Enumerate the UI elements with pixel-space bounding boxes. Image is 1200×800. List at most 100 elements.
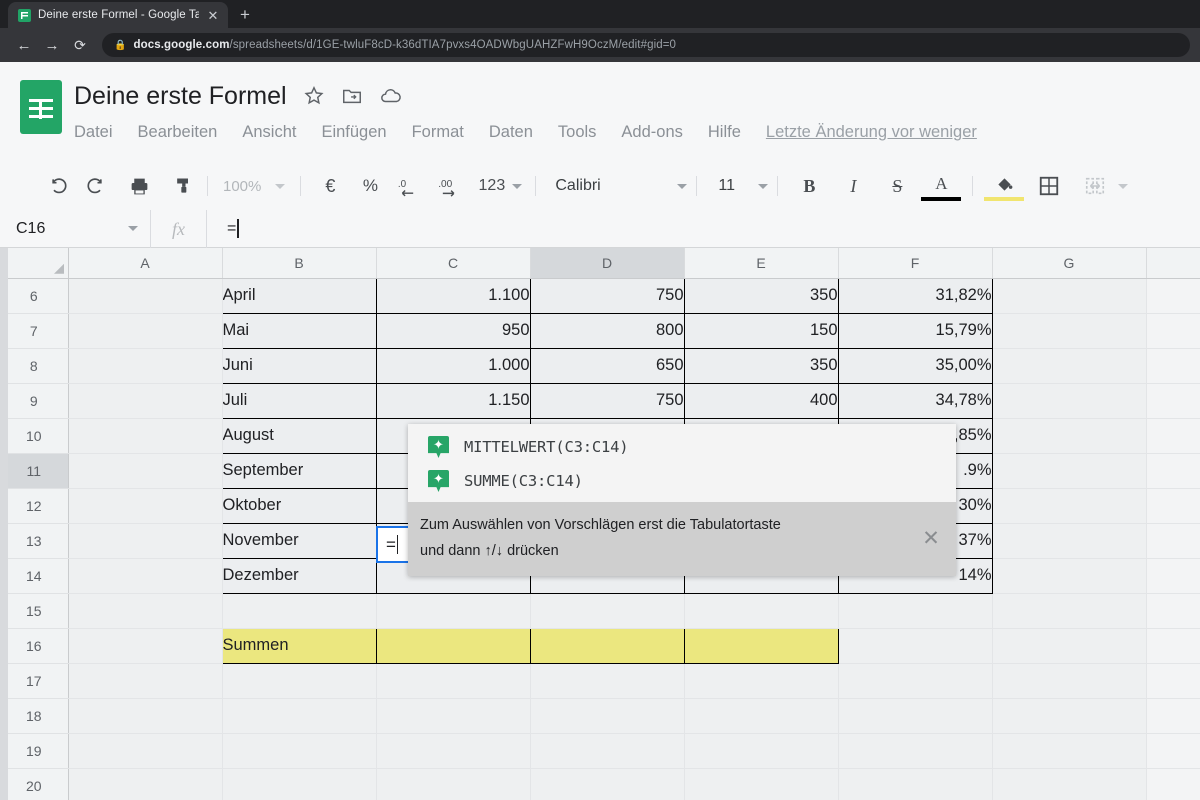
menu-item-tools[interactable]: Tools — [558, 123, 597, 142]
cell-A14[interactable] — [68, 558, 223, 594]
document-title[interactable]: Deine erste Formel — [74, 82, 287, 111]
menu-item-ansicht[interactable]: Ansicht — [242, 123, 296, 142]
row-header-18[interactable]: 18 — [0, 698, 69, 734]
close-icon[interactable]: ✕ — [206, 9, 220, 22]
menu-item-hilfe[interactable]: Hilfe — [708, 123, 741, 142]
column-header-c[interactable]: C — [376, 248, 531, 279]
cell-C19[interactable] — [376, 733, 531, 769]
more-formats-button[interactable]: 123 — [474, 171, 526, 201]
cell-E19[interactable] — [684, 733, 839, 769]
cell-E17[interactable] — [684, 663, 839, 699]
cell-F16[interactable] — [838, 628, 993, 664]
cell-G19[interactable] — [992, 733, 1147, 769]
formula-autocomplete-popup[interactable]: MITTELWERT(C3:C14) SUMME(C3:C14) Zum Aus… — [408, 424, 956, 576]
column-header-e[interactable]: E — [684, 248, 839, 279]
row-header-20[interactable]: 20 — [0, 768, 69, 800]
cell-G16[interactable] — [992, 628, 1147, 664]
cell-G10[interactable] — [992, 418, 1147, 454]
row-header-9[interactable]: 9 — [0, 383, 69, 419]
cell-E15[interactable] — [684, 593, 839, 629]
cell-C9[interactable]: 1.150 — [375, 382, 531, 419]
font-size-select[interactable]: 11 — [706, 177, 758, 195]
cell-D6[interactable]: 750 — [529, 277, 685, 314]
redo-icon[interactable] — [80, 171, 110, 201]
row-header-13[interactable]: 13 — [0, 523, 69, 559]
cell-G13[interactable] — [992, 523, 1147, 559]
chevron-down-icon[interactable] — [758, 183, 769, 189]
chevron-down-icon[interactable] — [677, 183, 688, 189]
strikethrough-button[interactable]: S — [875, 171, 919, 201]
new-tab-button[interactable]: + — [240, 6, 250, 23]
cell-B18[interactable] — [222, 698, 377, 734]
row-header-6[interactable]: 6 — [0, 278, 69, 314]
spreadsheet-grid[interactable]: A B C D E F G 6 April 1.100 750 350 31,82% 7 Ma… — [0, 248, 1200, 800]
cell-F19[interactable] — [838, 733, 993, 769]
cell-E9[interactable]: 400 — [683, 382, 839, 419]
cell-A7[interactable] — [68, 313, 223, 349]
cell-A16[interactable] — [68, 628, 223, 664]
cell-B14[interactable]: Dezember — [221, 557, 377, 594]
cell-B8[interactable]: Juni — [221, 347, 377, 384]
forward-icon[interactable]: → — [38, 31, 66, 59]
italic-button[interactable]: I — [831, 171, 875, 201]
cloud-saved-icon[interactable] — [379, 85, 403, 107]
cell-B10[interactable]: August — [221, 417, 377, 454]
bold-button[interactable]: B — [787, 171, 831, 201]
cell-C17[interactable] — [376, 663, 531, 699]
close-icon[interactable]: ✕ — [914, 526, 948, 551]
column-header-d[interactable]: D — [530, 248, 685, 279]
cell-D9[interactable]: 750 — [529, 382, 685, 419]
cell-C16[interactable] — [375, 627, 531, 664]
menu-item-bearbeiten[interactable]: Bearbeiten — [138, 123, 218, 142]
cell-C20[interactable] — [376, 768, 531, 800]
cell-E7[interactable]: 150 — [683, 312, 839, 349]
cell-A20[interactable] — [68, 768, 223, 800]
cell-A15[interactable] — [68, 593, 223, 629]
last-edit-label[interactable]: Letzte Änderung vor weniger — [766, 123, 977, 142]
cell-C7[interactable]: 950 — [375, 312, 531, 349]
cell-E18[interactable] — [684, 698, 839, 734]
borders-icon[interactable] — [1026, 171, 1072, 201]
cell-D17[interactable] — [530, 663, 685, 699]
cell-A9[interactable] — [68, 383, 223, 419]
suggestion-item-mittelwert[interactable]: MITTELWERT(C3:C14) — [408, 430, 956, 464]
cell-G15[interactable] — [992, 593, 1147, 629]
paint-format-icon[interactable] — [168, 171, 198, 201]
row-header-19[interactable]: 19 — [0, 733, 69, 769]
cell-D19[interactable] — [530, 733, 685, 769]
fx-icon[interactable]: fx — [150, 209, 206, 248]
cell-D15[interactable] — [530, 593, 685, 629]
cell-F6[interactable]: 31,82% — [837, 277, 993, 314]
row-header-14[interactable]: 14 — [0, 558, 69, 594]
text-color-button[interactable]: A — [919, 171, 963, 201]
undo-icon[interactable] — [44, 171, 74, 201]
menu-item-einfuegen[interactable]: Einfügen — [321, 123, 386, 142]
row-header-8[interactable]: 8 — [0, 348, 69, 384]
cell-A8[interactable] — [68, 348, 223, 384]
cell-B6[interactable]: April — [221, 277, 377, 314]
column-header-f[interactable]: F — [838, 248, 993, 279]
cell-C8[interactable]: 1.000 — [375, 347, 531, 384]
back-icon[interactable]: ← — [10, 31, 38, 59]
decrease-decimal-button[interactable]: .0 — [390, 171, 430, 201]
cell-F7[interactable]: 15,79% — [837, 312, 993, 349]
row-header-15[interactable]: 15 — [0, 593, 69, 629]
cell-D20[interactable] — [530, 768, 685, 800]
row-header-16[interactable]: 16 — [0, 628, 69, 664]
reload-icon[interactable]: ⟳ — [66, 31, 94, 59]
cell-E20[interactable] — [684, 768, 839, 800]
cell-E16[interactable] — [683, 627, 839, 664]
address-bar[interactable]: 🔒 docs.google.com/spreadsheets/d/1GE-twl… — [102, 33, 1190, 57]
cell-G18[interactable] — [992, 698, 1147, 734]
browser-tab[interactable]: Deine erste Formel - Google Tab ✕ — [8, 2, 228, 28]
menu-item-datei[interactable]: Datei — [74, 123, 113, 142]
cell-B7[interactable]: Mai — [221, 312, 377, 349]
cell-C18[interactable] — [376, 698, 531, 734]
cell-G12[interactable] — [992, 488, 1147, 524]
select-all-corner[interactable] — [0, 248, 69, 279]
cell-G8[interactable] — [992, 348, 1147, 384]
column-header-b[interactable]: B — [222, 248, 377, 279]
cell-B15[interactable] — [222, 593, 377, 629]
menu-item-format[interactable]: Format — [412, 123, 464, 142]
cell-G7[interactable] — [992, 313, 1147, 349]
